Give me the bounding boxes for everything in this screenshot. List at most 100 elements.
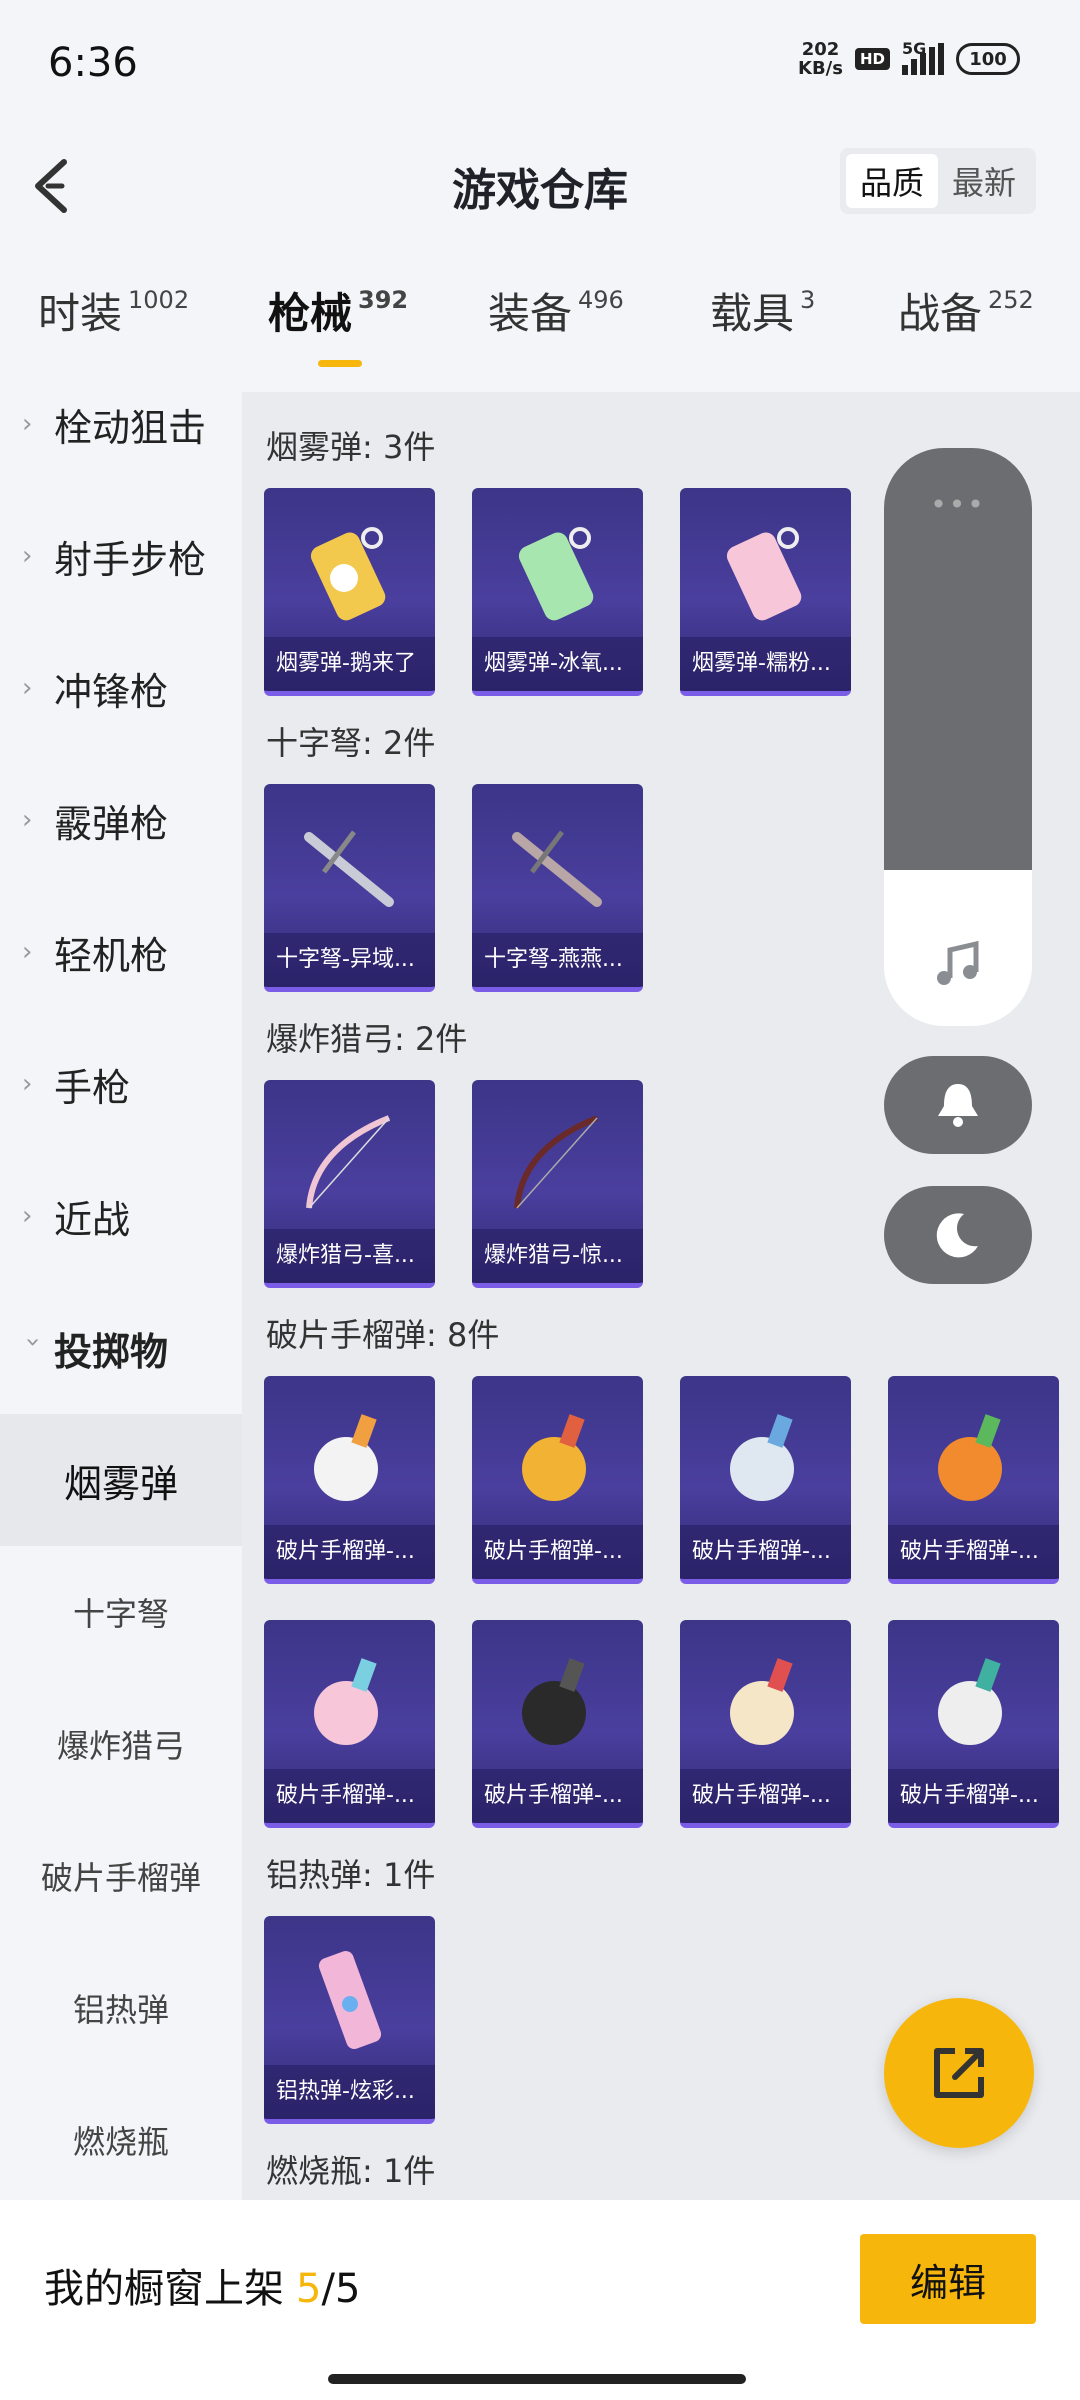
moon-icon xyxy=(936,1213,978,1258)
music-note-icon xyxy=(937,940,979,985)
sidebar-item-shotgun[interactable]: › 霰弹枪 xyxy=(0,754,242,886)
item-name: 爆炸猎弓-喜... xyxy=(264,1229,435,1283)
item-name: 铝热弹-炫彩... xyxy=(264,2065,435,2119)
network-speed: 202 KB/s xyxy=(798,40,843,78)
item-name: 烟雾弹-糯粉... xyxy=(680,637,851,691)
sidebar-item-label: 轻机枪 xyxy=(54,933,169,978)
sidebar-item-label: 射手步枪 xyxy=(54,537,207,582)
tab-count: 252 xyxy=(988,286,1034,314)
app-header: 游戏仓库 品质 最新 xyxy=(0,130,1080,240)
thermite-grenade-icon xyxy=(318,1950,382,2050)
section-title: 十字弩: 2件 xyxy=(266,724,436,762)
chevron-right-icon: › xyxy=(22,937,33,967)
more-dots-icon[interactable]: ••• xyxy=(884,488,1032,521)
sidebar-item-bolt-sniper[interactable]: › 栓动狙击 xyxy=(0,380,242,490)
item-card[interactable]: 破片手榴弹-... xyxy=(680,1376,851,1584)
frag-grenade-icon xyxy=(938,1658,1002,1745)
bow-icon xyxy=(306,1115,391,1209)
frag-grenade-icon xyxy=(522,1414,586,1501)
item-card[interactable]: 破片手榴弹-... xyxy=(680,1620,851,1828)
item-card[interactable]: 破片手榴弹-... xyxy=(264,1620,435,1828)
sidebar-item-label: 冲锋枪 xyxy=(54,669,169,714)
battery-icon: 100 xyxy=(956,43,1020,75)
frag-grenade-icon xyxy=(938,1414,1002,1501)
item-card[interactable]: 破片手榴弹-... xyxy=(472,1620,643,1828)
chevron-right-icon: › xyxy=(22,1201,33,1231)
tab-supplies[interactable]: 战备 252 xyxy=(898,280,1034,341)
sidebar-item-melee[interactable]: › 近战 xyxy=(0,1150,242,1282)
item-card[interactable]: 烟雾弹-糯粉... xyxy=(680,488,851,696)
item-card[interactable]: 十字弩-异域... xyxy=(264,784,435,992)
item-card[interactable]: 破片手榴弹-... xyxy=(888,1620,1059,1828)
section-title: 铝热弹: 1件 xyxy=(266,1856,436,1894)
share-external-icon xyxy=(934,2048,984,2098)
night-mode-button[interactable] xyxy=(884,1186,1032,1284)
net-speed-unit: KB/s xyxy=(798,58,843,79)
section-title: 烟雾弹: 3件 xyxy=(266,428,436,466)
frag-grenade-icon xyxy=(522,1658,586,1745)
share-button[interactable] xyxy=(884,1998,1034,2148)
item-name: 破片手榴弹-... xyxy=(888,1769,1059,1823)
item-name: 烟雾弹-冰氧... xyxy=(472,637,643,691)
item-name: 破片手榴弹-... xyxy=(680,1525,851,1579)
sidebar-item-pistol[interactable]: › 手枪 xyxy=(0,1018,242,1150)
home-indicator[interactable] xyxy=(328,2374,746,2384)
tab-fashion[interactable]: 时装 1002 xyxy=(38,280,189,341)
ring-mode-button[interactable] xyxy=(884,1056,1032,1154)
item-name: 破片手榴弹-... xyxy=(680,1769,851,1823)
sidebar-sub-smoke[interactable]: 烟雾弹 xyxy=(0,1414,242,1546)
tab-label: 枪械 xyxy=(268,289,353,338)
item-name: 破片手榴弹-... xyxy=(472,1769,643,1823)
item-card[interactable]: 铝热弹-炫彩... xyxy=(264,1916,435,2124)
smoke-grenade-icon xyxy=(518,527,594,621)
item-card[interactable]: 十字弩-燕燕... xyxy=(472,784,643,992)
sidebar-sub-frag-grenade[interactable]: 破片手榴弹 xyxy=(0,1810,242,1942)
tab-firearms[interactable]: 枪械 392 xyxy=(268,280,408,341)
item-name: 十字弩-异域... xyxy=(264,933,435,987)
item-name: 十字弩-燕燕... xyxy=(472,933,643,987)
sidebar-item-smg[interactable]: › 冲锋枪 xyxy=(0,622,242,754)
showcase-count: 5 xyxy=(296,2266,322,2312)
item-name: 破片手榴弹-... xyxy=(264,1525,435,1579)
edit-button[interactable]: 编辑 xyxy=(860,2234,1036,2324)
chevron-right-icon: › xyxy=(22,1069,33,1099)
item-card[interactable]: 破片手榴弹-... xyxy=(264,1376,435,1584)
sidebar-item-label: 霰弹枪 xyxy=(54,801,169,846)
item-card[interactable]: 破片手榴弹-... xyxy=(472,1376,643,1584)
item-card[interactable]: 烟雾弹-鹅来了 xyxy=(264,488,435,696)
sidebar-item-dmr[interactable]: › 射手步枪 xyxy=(0,490,242,622)
smoke-grenade-icon xyxy=(310,527,386,621)
item-card[interactable]: 爆炸猎弓-惊... xyxy=(472,1080,643,1288)
sidebar-item-label: 近战 xyxy=(54,1197,131,1242)
category-tabs: 时装 1002 枪械 392 装备 496 载具 3 战备 252 xyxy=(0,280,1080,380)
status-bar: 6:36 202 KB/s HD 5G 100 xyxy=(0,0,1080,130)
volume-panel[interactable]: ••• xyxy=(884,448,1032,1026)
sidebar-item-lmg[interactable]: › 轻机枪 xyxy=(0,886,242,1018)
tab-equipment[interactable]: 装备 496 xyxy=(488,280,624,341)
item-card[interactable]: 爆炸猎弓-喜... xyxy=(264,1080,435,1288)
tab-count: 392 xyxy=(358,286,409,314)
sidebar-sub-thermite[interactable]: 铝热弹 xyxy=(0,1942,242,2074)
sidebar: › 栓动狙击 › 射手步枪 › 冲锋枪 › 霰弹枪 › 轻机枪 › 手枪 › 近战 › 投掷物 … xyxy=(0,380,242,2200)
item-card[interactable]: 破片手榴弹-... xyxy=(888,1376,1059,1584)
net-speed-value: 202 xyxy=(801,39,840,60)
showcase-separator: / xyxy=(321,2266,335,2312)
smoke-grenade-icon xyxy=(726,527,802,621)
sort-quality-button[interactable]: 品质 xyxy=(846,154,938,208)
tab-count: 496 xyxy=(578,286,624,314)
sidebar-sub-molotov[interactable]: 燃烧瓶 xyxy=(0,2074,242,2200)
item-card[interactable]: 烟雾弹-冰氧... xyxy=(472,488,643,696)
chevron-right-icon: › xyxy=(22,805,33,835)
tab-count: 3 xyxy=(800,286,816,314)
chevron-right-icon: › xyxy=(22,673,33,703)
section-title: 燃烧瓶: 1件 xyxy=(266,2152,436,2190)
bell-icon xyxy=(938,1084,978,1127)
sort-latest-button[interactable]: 最新 xyxy=(938,154,1030,208)
tab-label: 时装 xyxy=(38,289,123,338)
showcase-label: 我的橱窗上架 5/5 xyxy=(44,2256,360,2314)
sidebar-item-throwables[interactable]: › 投掷物 xyxy=(0,1282,242,1414)
sidebar-sub-crossbow[interactable]: 十字弩 xyxy=(0,1546,242,1678)
tab-vehicles[interactable]: 载具 3 xyxy=(710,280,815,341)
sidebar-sub-explosive-bow[interactable]: 爆炸猎弓 xyxy=(0,1678,242,1810)
status-icons: 202 KB/s HD 5G 100 xyxy=(798,39,1020,78)
